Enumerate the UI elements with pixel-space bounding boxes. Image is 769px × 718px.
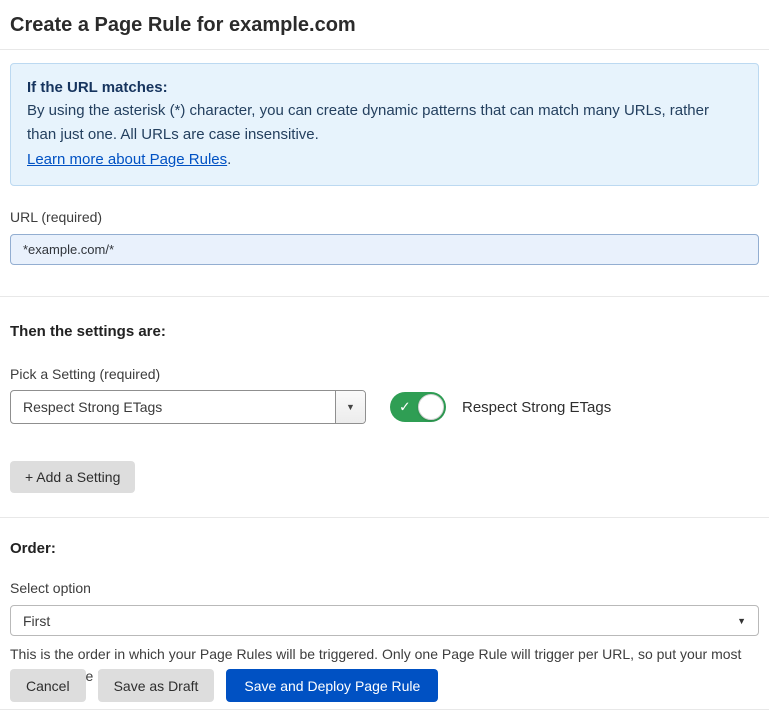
check-icon: ✓ [399, 400, 411, 414]
order-select[interactable]: First ▼ [10, 605, 759, 636]
setting-select-value: Respect Strong ETags [11, 391, 335, 423]
url-input[interactable] [10, 234, 759, 265]
footer-actions: Cancel Save as Draft Save and Deploy Pag… [10, 669, 438, 702]
setting-row: Respect Strong ETags ▼ ✓ Respect Strong … [10, 390, 759, 424]
pick-setting-label: Pick a Setting (required) [10, 366, 759, 382]
etags-toggle[interactable]: ✓ [390, 392, 446, 422]
toggle-knob [418, 394, 444, 420]
url-label: URL (required) [10, 209, 759, 225]
divider [0, 709, 769, 710]
setting-select[interactable]: Respect Strong ETags ▼ [10, 390, 366, 424]
chevron-down-icon[interactable]: ▼ [335, 391, 365, 423]
save-deploy-button[interactable]: Save and Deploy Page Rule [226, 669, 438, 702]
save-draft-button[interactable]: Save as Draft [98, 669, 215, 702]
info-link-line: Learn more about Page Rules. [27, 148, 742, 171]
order-select-value: First [23, 613, 50, 629]
chevron-down-icon: ▼ [737, 616, 746, 626]
page-title: Create a Page Rule for example.com [10, 8, 759, 49]
page-rule-form: Create a Page Rule for example.com If th… [0, 0, 769, 710]
cancel-button[interactable]: Cancel [10, 669, 86, 702]
divider [0, 517, 769, 518]
add-setting-button[interactable]: + Add a Setting [10, 461, 135, 493]
link-suffix: . [227, 151, 231, 168]
order-select-label: Select option [10, 580, 759, 596]
toggle-wrap: ✓ Respect Strong ETags [390, 392, 611, 422]
info-heading: If the URL matches: [27, 76, 742, 99]
learn-more-link[interactable]: Learn more about Page Rules [27, 151, 227, 168]
url-match-info-box: If the URL matches: By using the asteris… [10, 63, 759, 186]
order-heading: Order: [10, 540, 759, 557]
info-body: By using the asterisk (*) character, you… [27, 99, 742, 146]
toggle-label: Respect Strong ETags [462, 399, 611, 416]
divider [0, 49, 769, 50]
settings-heading: Then the settings are: [10, 323, 759, 340]
divider [0, 296, 769, 297]
